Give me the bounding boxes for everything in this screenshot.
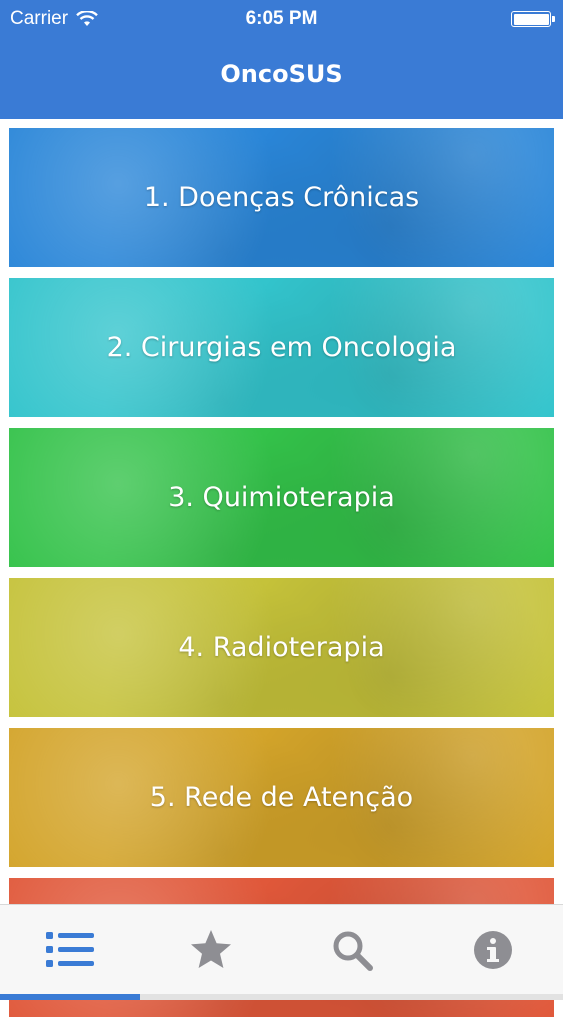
status-time: 6:05 PM xyxy=(245,8,318,29)
tab-info[interactable] xyxy=(423,905,563,995)
status-bar: Carrier 6:05 PM xyxy=(0,0,563,38)
topic-label: 5. Rede de Atenção xyxy=(149,782,414,813)
search-icon xyxy=(333,931,373,971)
navigation-header: Carrier 6:05 PM OncoSUS xyxy=(0,0,563,119)
topic-card-quimioterapia[interactable]: 3. Quimioterapia xyxy=(9,428,554,567)
topic-label: 4. Radioterapia xyxy=(178,632,385,663)
tab-indicator-track xyxy=(140,994,563,1000)
topic-label: 2. Cirurgias em Oncologia xyxy=(106,332,457,363)
topic-list: 1. Doenças Crônicas 2. Cirurgias em Onco… xyxy=(9,128,554,1028)
topic-card-radioterapia[interactable]: 4. Radioterapia xyxy=(9,578,554,717)
tab-favorites[interactable] xyxy=(141,905,281,995)
page-title: OncoSUS xyxy=(220,60,343,88)
topic-label: 1. Doenças Crônicas xyxy=(143,182,420,213)
topic-card-cirurgias-oncologia[interactable]: 2. Cirurgias em Oncologia xyxy=(9,278,554,417)
tab-list[interactable] xyxy=(0,905,140,995)
selected-tab-indicator xyxy=(0,994,140,1000)
tab-bar xyxy=(0,904,563,1000)
list-icon xyxy=(46,932,94,967)
tab-search[interactable] xyxy=(282,905,422,995)
topic-card-doencas-cronicas[interactable]: 1. Doenças Crônicas xyxy=(9,128,554,267)
star-icon xyxy=(191,930,231,968)
topic-card-rede-atencao[interactable]: 5. Rede de Atenção xyxy=(9,728,554,867)
topic-label: 3. Quimioterapia xyxy=(168,482,395,513)
info-icon xyxy=(474,931,512,969)
battery-icon xyxy=(511,11,555,27)
